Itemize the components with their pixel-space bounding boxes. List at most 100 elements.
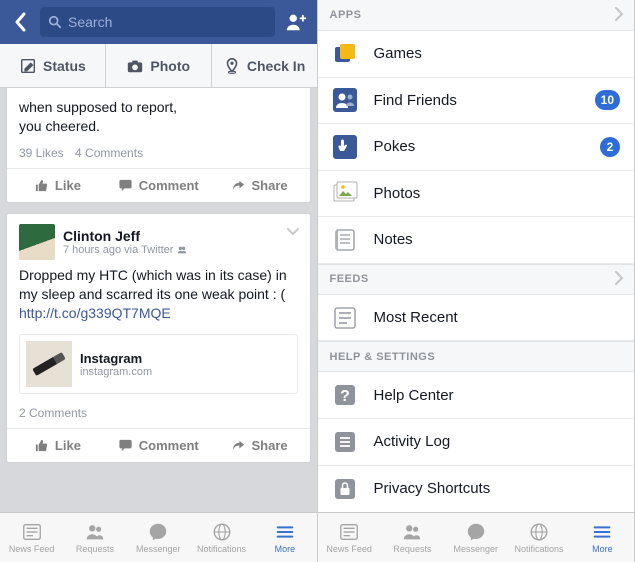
comment-label: Comment: [139, 178, 199, 193]
pokes-icon: [332, 134, 358, 160]
games-icon: [332, 41, 358, 67]
camera-icon: [126, 57, 144, 75]
section-header-apps[interactable]: APPS: [318, 0, 635, 31]
like-button[interactable]: Like: [7, 169, 108, 202]
share-icon: [231, 438, 246, 453]
chevron-right-icon: [614, 271, 624, 288]
post-meta: 7 hours ago via Twitter: [63, 244, 187, 256]
composer-status[interactable]: Status: [0, 44, 106, 87]
attachment-domain: instagram.com: [80, 366, 152, 378]
tab-newsfeed[interactable]: News Feed: [0, 513, 63, 562]
comment-icon: [118, 438, 133, 453]
row-find-friends[interactable]: Find Friends 10: [318, 78, 635, 125]
tab-label: Notifications: [197, 544, 246, 554]
tab-bar: News Feed Requests Messenger Notificatio…: [0, 512, 317, 562]
post-card: when supposed to report, you cheered. 39…: [6, 88, 311, 203]
post-link[interactable]: http://t.co/g339QT7MQE: [19, 305, 171, 321]
notes-icon: [332, 227, 358, 253]
composer-checkin-label: Check In: [247, 58, 305, 74]
composer-bar: Status Photo Check In: [0, 44, 317, 88]
activity-log-icon: [332, 429, 358, 455]
comments-count: 2 Comments: [19, 406, 87, 420]
likes-count: 39 Likes: [19, 146, 64, 160]
row-label: Photos: [374, 185, 421, 202]
post-header: Clinton Jeff 7 hours ago via Twitter: [7, 214, 310, 264]
row-pokes[interactable]: Pokes 2: [318, 124, 635, 171]
comment-button[interactable]: Comment: [108, 429, 209, 462]
tab-more[interactable]: More: [253, 513, 316, 562]
requests-icon: [84, 521, 106, 543]
row-privacy-shortcuts[interactable]: Privacy Shortcuts: [318, 466, 635, 512]
share-label: Share: [252, 178, 288, 193]
friend-request-button[interactable]: [281, 7, 311, 37]
row-label: Most Recent: [374, 309, 458, 326]
post-stats[interactable]: 39 Likes 4 Comments: [7, 142, 310, 168]
tab-label: Requests: [393, 544, 431, 554]
messenger-icon: [147, 521, 169, 543]
post-text-line: when supposed to report,: [19, 98, 298, 117]
composer-checkin[interactable]: Check In: [212, 44, 317, 87]
photos-icon: [332, 180, 358, 206]
section-header-help: HELP & SETTINGS: [318, 341, 635, 372]
more-icon: [591, 521, 613, 543]
search-input[interactable]: Search: [40, 7, 275, 37]
help-icon: ?: [332, 382, 358, 408]
tab-notifications[interactable]: Notifications: [190, 513, 253, 562]
row-most-recent[interactable]: Most Recent: [318, 295, 635, 342]
feed-icon: [332, 305, 358, 331]
share-icon: [231, 178, 246, 193]
like-label: Like: [55, 438, 81, 453]
like-label: Like: [55, 178, 81, 193]
tab-bar: News Feed Requests Messenger Notificatio…: [318, 512, 635, 562]
row-notes[interactable]: Notes: [318, 217, 635, 264]
tab-label: Messenger: [136, 544, 181, 554]
search-placeholder: Search: [68, 14, 112, 30]
post-author[interactable]: Clinton Jeff: [63, 228, 187, 244]
chevron-right-icon: [614, 7, 624, 24]
tab-requests[interactable]: Requests: [63, 513, 126, 562]
composer-photo-label: Photo: [150, 58, 190, 74]
row-label: Games: [374, 45, 422, 62]
section-title: APPS: [330, 9, 362, 21]
row-help-center[interactable]: ? Help Center: [318, 372, 635, 419]
newsfeed-icon: [338, 521, 360, 543]
tab-label: Requests: [76, 544, 114, 554]
tab-label: News Feed: [326, 544, 372, 554]
post-stats[interactable]: 2 Comments: [7, 402, 310, 428]
tab-messenger[interactable]: Messenger: [127, 513, 190, 562]
row-photos[interactable]: Photos: [318, 171, 635, 218]
svg-text:?: ?: [340, 388, 350, 405]
section-header-feeds[interactable]: FEEDS: [318, 264, 635, 295]
avatar[interactable]: [19, 224, 55, 260]
comments-count: 4 Comments: [75, 146, 143, 160]
newsfeed-icon: [21, 521, 43, 543]
audience-friends-icon: [177, 245, 187, 255]
tab-label: More: [592, 544, 613, 554]
search-icon: [48, 15, 62, 29]
tab-more[interactable]: More: [571, 513, 634, 562]
share-button[interactable]: Share: [209, 429, 310, 462]
tab-label: News Feed: [9, 544, 55, 554]
post-menu-button[interactable]: [286, 224, 300, 243]
comment-button[interactable]: Comment: [108, 169, 209, 202]
post-actions: Like Comment Share: [7, 168, 310, 202]
status-icon: [19, 57, 37, 75]
messenger-icon: [465, 521, 487, 543]
comment-icon: [118, 178, 133, 193]
link-attachment[interactable]: Instagram instagram.com: [19, 334, 298, 394]
share-label: Share: [252, 438, 288, 453]
composer-photo[interactable]: Photo: [106, 44, 212, 87]
share-button[interactable]: Share: [209, 169, 310, 202]
tab-messenger[interactable]: Messenger: [444, 513, 507, 562]
row-label: Find Friends: [374, 92, 457, 109]
back-button[interactable]: [6, 0, 34, 44]
tab-newsfeed[interactable]: News Feed: [318, 513, 381, 562]
row-games[interactable]: Games: [318, 31, 635, 78]
tab-notifications[interactable]: Notifications: [507, 513, 570, 562]
like-button[interactable]: Like: [7, 429, 108, 462]
row-activity-log[interactable]: Activity Log: [318, 419, 635, 466]
globe-icon: [528, 521, 550, 543]
tab-requests[interactable]: Requests: [381, 513, 444, 562]
row-label: Activity Log: [374, 433, 451, 450]
post-body: when supposed to report, you cheered.: [7, 88, 310, 142]
